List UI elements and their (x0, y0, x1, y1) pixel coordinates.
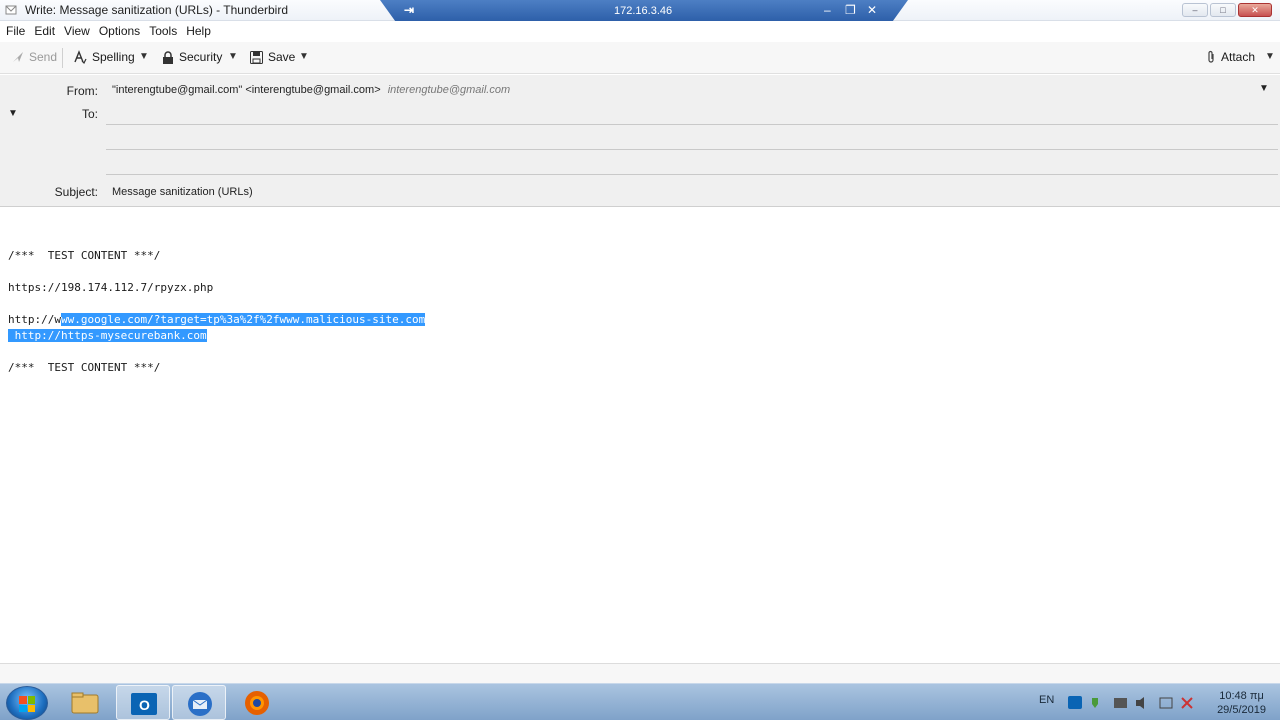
body-line: /*** TEST CONTENT ***/ (8, 249, 161, 262)
paperclip-icon (1208, 50, 1214, 63)
recipient-field-2[interactable] (106, 127, 1278, 150)
rdp-restore-icon[interactable]: ❐ (845, 3, 856, 17)
menu-bar: File Edit View Options Tools Help (0, 21, 1280, 41)
lock-icon (163, 50, 173, 64)
security-button[interactable]: Security (162, 50, 222, 64)
save-button[interactable]: Save (250, 50, 295, 64)
remote-desktop-bar: ⇥ 172.16.3.46 – ❐ ✕ (380, 0, 908, 22)
taskbar: O EN 10:48 πμ 29/5/2019 (0, 683, 1280, 720)
start-button[interactable] (6, 686, 48, 720)
security-dropdown-chevron-icon[interactable]: ▼ (228, 51, 238, 62)
attach-label: Attach (1221, 50, 1256, 64)
attach-dropdown-chevron-icon[interactable]: ▼ (1265, 51, 1275, 62)
security-label: Security (179, 50, 223, 64)
spelling-dropdown-chevron-icon[interactable]: ▼ (139, 51, 149, 62)
thunderbird-icon (188, 692, 212, 716)
to-label: To: (81, 107, 98, 121)
maximize-button[interactable]: □ (1210, 3, 1236, 17)
body-line: https://198.174.112.7/rpyzx.php (8, 281, 214, 294)
pin-icon[interactable]: ⇥ (404, 3, 414, 17)
subject-input[interactable]: Message sanitization (URLs) (112, 186, 253, 198)
selected-text: http://https-mysecurebank.com (8, 329, 207, 342)
to-input[interactable] (106, 102, 1278, 125)
folder-icon (71, 692, 99, 714)
minimize-button[interactable]: – (1182, 3, 1208, 17)
save-icon (250, 50, 263, 64)
from-label: From: (66, 84, 98, 98)
body-line: http://https-mysecurebank.com (8, 329, 207, 342)
subject-label: Subject: (54, 185, 98, 199)
svg-text:O: O (139, 697, 150, 713)
body-text: http://w (8, 313, 61, 326)
system-tray-icons[interactable] (1068, 695, 1218, 711)
from-identity: interengtube@gmail.com (387, 84, 511, 96)
from-dropdown-chevron-icon[interactable]: ▼ (1259, 83, 1269, 94)
status-bar (0, 663, 1280, 683)
clock-date: 29/5/2019 (1217, 704, 1266, 716)
compose-headers: From: "interengtube@gmail.com" <intereng… (0, 75, 1280, 207)
message-body[interactable]: /*** TEST CONTENT ***/ https://198.174.1… (0, 208, 1280, 663)
attach-button[interactable]: Attach (1206, 50, 1255, 64)
window-controls: – □ ✕ (1182, 3, 1272, 17)
from-field[interactable]: "interengtube@gmail.com" <interengtube@g… (112, 84, 510, 96)
send-label: Send (29, 50, 58, 64)
rdp-minimize-icon[interactable]: – (824, 3, 831, 17)
compose-toolbar: Send Spelling ▼ Security ▼ Save ▼ Attach… (0, 42, 1280, 74)
language-indicator[interactable]: EN (1039, 694, 1054, 706)
outlook-icon: O (131, 693, 157, 715)
menu-tools[interactable]: Tools (149, 21, 183, 41)
selected-text: ww.google.com/?target=tp%3a%2f%2fwww.mal… (60, 313, 426, 326)
recipient-field-3[interactable] (106, 152, 1278, 175)
toolbar-separator (62, 48, 63, 68)
menu-view[interactable]: View (64, 21, 96, 41)
menu-help[interactable]: Help (186, 21, 217, 41)
title-bar: Write: Message sanitization (URLs) - Thu… (0, 0, 1280, 22)
spelling-label: Spelling (92, 50, 135, 64)
outlook-taskbar-button[interactable]: O (116, 685, 170, 720)
from-value: "interengtube@gmail.com" <interengtube@g… (112, 84, 381, 96)
save-dropdown-chevron-icon[interactable]: ▼ (299, 51, 309, 62)
file-explorer-taskbar-button[interactable] (58, 685, 112, 720)
address-type-chevron-icon[interactable]: ▼ (8, 108, 18, 119)
send-button[interactable]: Send (12, 50, 57, 64)
body-line: http://www.google.com/?target=tp%3a%2f%2… (8, 313, 426, 326)
menu-edit[interactable]: Edit (34, 21, 61, 41)
firefox-taskbar-button[interactable] (230, 685, 284, 720)
menu-file[interactable]: File (6, 21, 31, 41)
firefox-icon (245, 691, 269, 715)
body-line: /*** TEST CONTENT ***/ (8, 361, 161, 374)
thunderbird-taskbar-button[interactable] (172, 685, 226, 720)
system-clock[interactable]: 10:48 πμ 29/5/2019 (1217, 689, 1266, 717)
windows-logo-icon (19, 696, 35, 712)
send-icon (13, 52, 23, 62)
spelling-icon (74, 50, 87, 64)
spelling-button[interactable]: Spelling (73, 50, 135, 64)
rdp-host: 172.16.3.46 (614, 5, 673, 17)
rdp-close-icon[interactable]: ✕ (867, 3, 877, 17)
close-button[interactable]: ✕ (1238, 3, 1272, 17)
save-label: Save (268, 50, 296, 64)
menu-options[interactable]: Options (99, 21, 146, 41)
clock-time: 10:48 πμ (1219, 690, 1264, 702)
thunderbird-app-icon (5, 5, 17, 15)
window-title: Write: Message sanitization (URLs) - Thu… (25, 3, 288, 17)
